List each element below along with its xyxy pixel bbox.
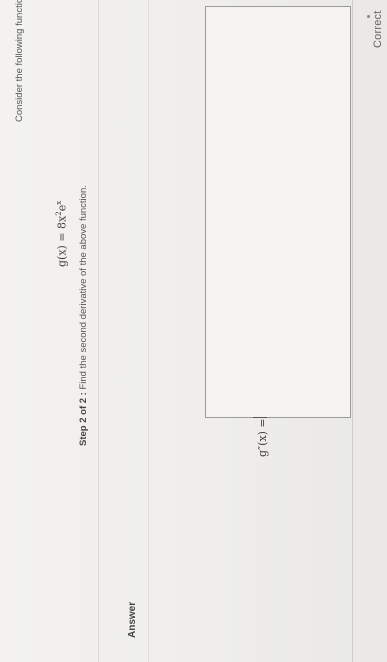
- answer-heading: Answer: [127, 601, 138, 638]
- correct-status-label: Correct: [372, 10, 384, 48]
- answer-expression: g″(x) =: [256, 418, 269, 457]
- step-instruction: Step 2 of 2 : Find the second derivative…: [78, 185, 89, 446]
- question-page: Correct Consider the following function:…: [0, 0, 387, 662]
- function-coefficient: 8x: [55, 215, 69, 229]
- answer-divider: [148, 0, 149, 662]
- function-exponent-power: 2: [55, 211, 63, 216]
- edge-strip: [352, 0, 353, 662]
- answer-input-box[interactable]: [205, 6, 351, 418]
- step-label: Step 2 of 2 :: [78, 392, 89, 446]
- function-lhs: g(x): [55, 245, 69, 267]
- section-divider: [98, 0, 99, 662]
- function-base: e: [55, 204, 69, 212]
- answer-lhs: g″(x): [256, 431, 269, 457]
- function-formula: g(x) = 8x2ex: [55, 201, 69, 267]
- step-text: Find the second derivative of the above …: [78, 185, 89, 390]
- answer-text-cursor[interactable]: [253, 413, 267, 418]
- answer-equals: =: [256, 418, 269, 428]
- problem-intro: Consider the following function:: [14, 0, 25, 122]
- function-exponent-x: x: [55, 200, 63, 205]
- function-equals: =: [55, 232, 69, 242]
- indicator-dot: [367, 15, 370, 18]
